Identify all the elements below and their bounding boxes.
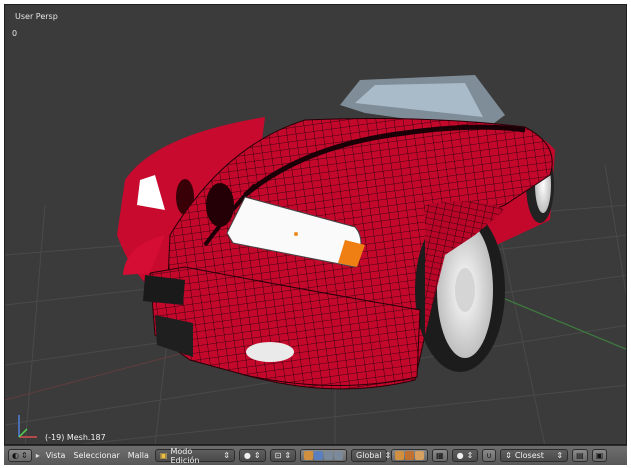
manipulator-toggle[interactable]: [300, 449, 348, 462]
pivot-icon: ⊡: [274, 451, 282, 460]
menu-seleccionar[interactable]: Seleccionar: [71, 451, 121, 460]
view-menu-icon: ◐: [12, 451, 19, 460]
blender-window: User Persp 0 (-19) Mesh.187 ◐ ⇕ ▸ Vista S…: [0, 0, 631, 468]
render-icon: ▣: [595, 451, 604, 460]
orientation-dropdown[interactable]: Global ⇕: [351, 449, 391, 462]
view-title: User Persp: [15, 12, 58, 21]
object-label: (-19) Mesh.187: [45, 433, 106, 442]
3d-viewport[interactable]: User Persp 0 (-19) Mesh.187: [4, 4, 627, 445]
shading-sphere-icon: ●: [243, 451, 251, 460]
chevron-updown-icon: ⇕: [223, 451, 230, 460]
kidney-grille: [206, 183, 234, 227]
fog-light: [246, 342, 294, 362]
menu-vista[interactable]: Vista: [44, 451, 68, 460]
limit-selection-button[interactable]: ▦: [432, 449, 448, 462]
editor-type-button[interactable]: ◐ ⇕: [8, 449, 32, 462]
snap-target-dropdown[interactable]: ⇕ Closest ⇕: [500, 449, 569, 462]
layer-button[interactable]: ▤: [572, 449, 588, 462]
frame-counter: 0: [12, 29, 18, 38]
snap-toggle[interactable]: ∪: [482, 449, 497, 462]
layer-icons: ▤: [576, 451, 584, 460]
3d-view-header: ◐ ⇕ ▸ Vista Seleccionar Malla ▣ Modo Edic…: [4, 445, 627, 465]
select-mode-buttons[interactable]: [391, 449, 429, 462]
cube-icon: ▦: [436, 451, 444, 460]
mode-icon: ▣: [159, 451, 168, 460]
car-mesh-scene: [5, 75, 626, 444]
front-hub: [455, 268, 475, 312]
shading-dropdown[interactable]: ● ⇕: [238, 449, 266, 462]
collapse-icon[interactable]: ▸: [36, 451, 40, 460]
render-button[interactable]: ▣: [591, 449, 608, 462]
menu-malla[interactable]: Malla: [126, 451, 151, 460]
pivot-dropdown[interactable]: ⊡ ⇕: [269, 449, 297, 462]
mode-dropdown[interactable]: ▣ Modo Edición ⇕: [154, 447, 235, 465]
plate-area: [143, 275, 185, 305]
proportional-dropdown[interactable]: ● ⇕: [451, 449, 479, 462]
snap-magnet-icon: ∪: [486, 451, 493, 460]
axis-gizmo: [18, 415, 37, 438]
